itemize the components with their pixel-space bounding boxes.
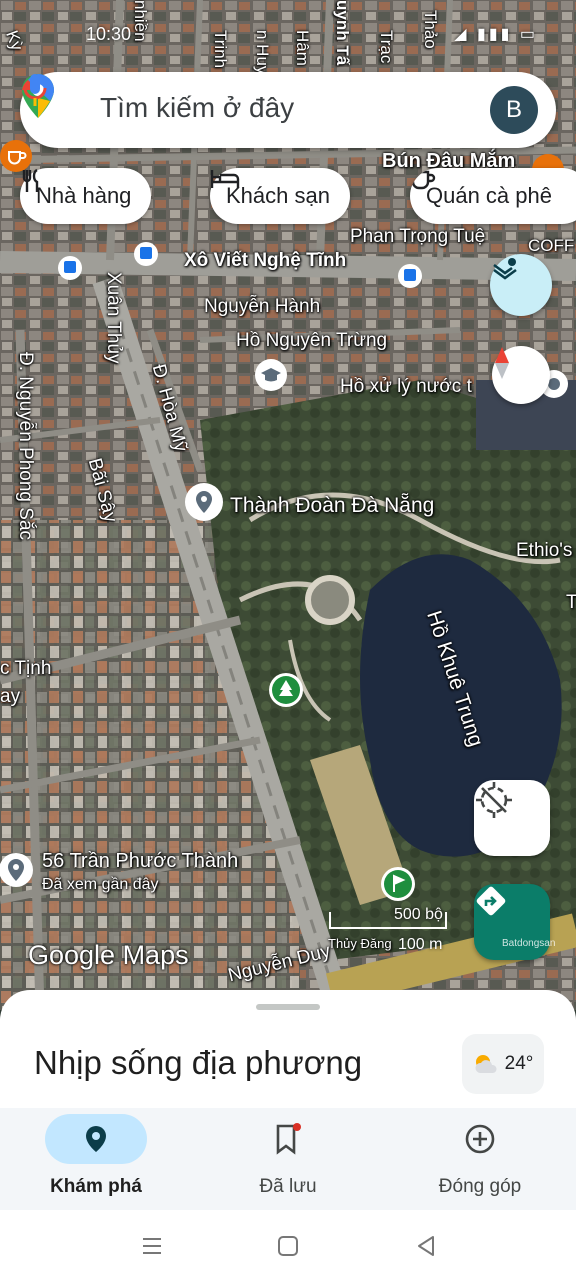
recent-apps-icon[interactable] (140, 1234, 164, 1258)
poi-label[interactable]: Thành Đoàn Đà Nẵng (230, 494, 434, 518)
school-pin-icon[interactable] (254, 358, 288, 392)
street-label: Trinh (211, 30, 230, 69)
system-navigation-bar (0, 1210, 576, 1280)
layers-button[interactable] (490, 254, 552, 316)
street-label: Thủy Đăng (328, 936, 392, 951)
nav-label: Khám phá (50, 1176, 142, 1197)
search-bar[interactable]: Tìm kiếm ở đây B (20, 72, 556, 148)
nav-label: Đóng góp (438, 1176, 522, 1197)
saved-bookmark-icon (276, 1123, 301, 1155)
status-icons: ◢ ▮▮▮ ▭ (454, 26, 538, 43)
nav-icon-container (237, 1114, 339, 1164)
street-label: Xô Viết Nghệ Tĩnh (184, 250, 347, 271)
street-label: Nguyễn Hành (204, 296, 321, 317)
street-label: nhiền (131, 0, 150, 42)
street-label: Xuân Thủy (103, 272, 124, 364)
bottom-navigation: Khám phá Đã lưu Đóng góp (0, 1108, 576, 1210)
street-label: c Tịnh (0, 658, 52, 679)
street-label: Hâm (293, 30, 312, 66)
saved-place-label[interactable]: 56 Trần Phước Thành (42, 850, 238, 873)
bus-stop-icon[interactable] (56, 254, 84, 282)
explore-pin-icon (86, 1126, 106, 1152)
google-maps-wordmark: Google Maps (28, 940, 189, 970)
restaurant-icon (22, 168, 39, 192)
street-label: Trạc (377, 30, 396, 64)
layers-icon (493, 258, 517, 280)
chip-label: Khách sạn (226, 183, 330, 208)
poi-label[interactable]: COFF (528, 236, 574, 256)
saved-place-pin-icon[interactable] (0, 850, 36, 894)
street-label: uynh Tấ (333, 0, 352, 66)
search-input[interactable]: Tìm kiếm ở đây (100, 92, 294, 124)
chip-restaurants[interactable]: Nhà hàng (20, 168, 152, 224)
compass-icon (495, 347, 509, 379)
chip-label: Quán cà phê (426, 183, 552, 208)
satellite-map[interactable]: Xô Viết Nghệ Tĩnh Nguyễn Hành Hồ Nguyên … (0, 0, 576, 1010)
explore-sheet[interactable]: Nhịp sống địa phương 24° (0, 990, 576, 1108)
weather-chip[interactable]: 24° (462, 1034, 544, 1094)
poi-label: T (566, 592, 576, 613)
back-icon[interactable] (414, 1234, 438, 1258)
street-label: ay (0, 686, 21, 707)
partly-cloudy-icon (475, 1055, 497, 1073)
nav-saved[interactable]: Đã lưu (192, 1108, 384, 1210)
temperature: 24° (504, 1053, 534, 1074)
watermark: Batdongsan (502, 938, 556, 949)
coffee-icon (411, 170, 436, 190)
nav-icon-container (429, 1114, 531, 1164)
chip-coffee[interactable]: Quán cà phê (410, 168, 576, 224)
bus-stop-icon[interactable] (132, 240, 160, 268)
place-pin-icon[interactable] (184, 482, 224, 526)
location-off-icon (476, 782, 512, 818)
my-location-button[interactable] (474, 780, 550, 856)
hotel-icon (210, 170, 240, 188)
chip-label: Nhà hàng (36, 183, 132, 208)
sheet-title: Nhịp sống địa phương (34, 1044, 363, 1081)
street-label: Hồ Nguyên Trừng (236, 330, 388, 351)
golf-pin-icon[interactable] (380, 866, 416, 902)
nav-icon-container (45, 1114, 147, 1164)
status-time: 10:30 (86, 24, 132, 44)
directions-icon (476, 886, 506, 916)
street-label: n Huy (253, 30, 272, 75)
nav-label: Đã lưu (259, 1176, 317, 1197)
microphone-icon[interactable] (20, 72, 50, 108)
poi-label[interactable]: Hồ xử lý nước t (340, 376, 472, 398)
poi-label[interactable]: Ethio's (516, 540, 572, 562)
compass-button[interactable] (492, 346, 550, 404)
contribute-plus-icon (465, 1124, 495, 1154)
nav-contribute[interactable]: Đóng góp (384, 1108, 576, 1210)
park-pin-icon[interactable] (268, 672, 304, 708)
chip-hotels[interactable]: Khách sạn (210, 168, 350, 224)
scale-imperial: 500 bộ (394, 906, 443, 923)
street-label: Phan Trọng Tuệ (350, 226, 486, 247)
bus-stop-icon[interactable] (396, 262, 424, 290)
nav-explore[interactable]: Khám phá (0, 1108, 192, 1210)
street-label: Thảo (421, 10, 440, 49)
street-label: Đ. Nguyễn Phong Sắc (15, 352, 36, 541)
sheet-drag-handle[interactable] (256, 1004, 320, 1010)
scale-metric: 100 m (398, 936, 443, 953)
home-icon[interactable] (276, 1234, 300, 1258)
account-avatar[interactable]: B (490, 86, 538, 134)
saved-place-sublabel: Đã xem gần đây (42, 876, 159, 893)
